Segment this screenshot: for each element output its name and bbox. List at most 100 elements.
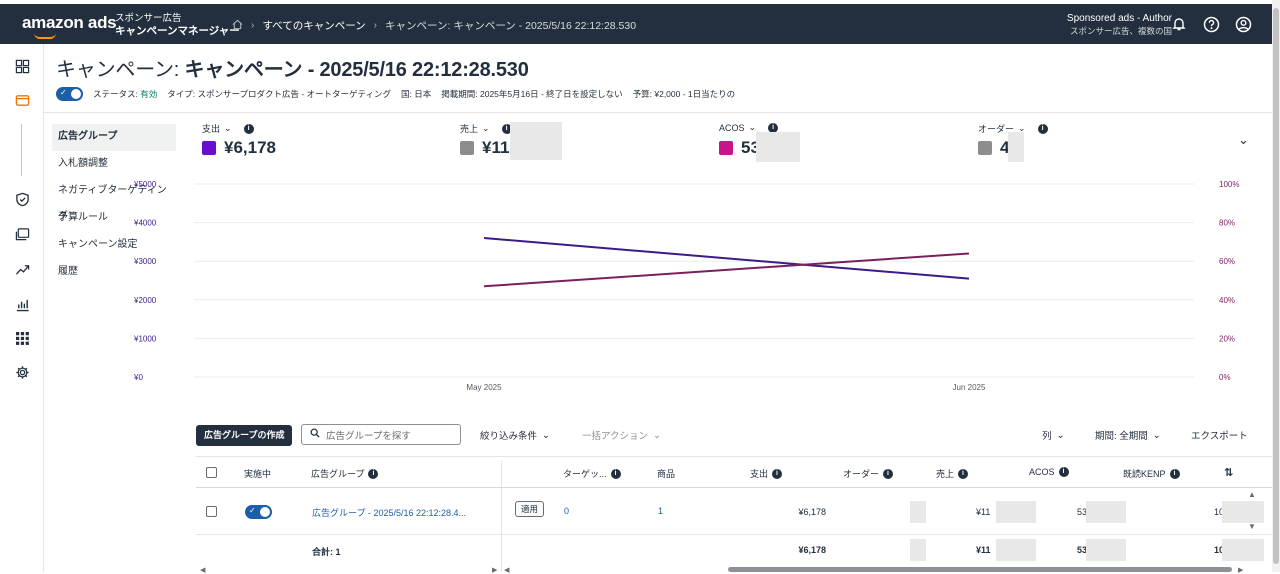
chevron-down-icon[interactable]: ⌄ <box>482 123 490 134</box>
col-spend[interactable]: 支出 i <box>750 467 783 480</box>
spend-value: ¥6,178 <box>798 507 826 517</box>
y-left-tick-label: ¥3000 <box>133 257 157 266</box>
campaign-icon[interactable] <box>12 90 32 110</box>
redacted-area <box>1086 501 1126 523</box>
y-right-tick-label: 60% <box>1219 257 1235 266</box>
col-kenp[interactable]: 既読KENP i <box>1123 467 1180 480</box>
breadcrumb-separator-icon: › <box>373 20 378 31</box>
metric-sales[interactable]: 売上 ⌄ i ¥11 <box>460 122 562 160</box>
dashboard-icon[interactable] <box>12 56 32 76</box>
col-active[interactable]: 実施中 <box>244 467 271 480</box>
total-spend: ¥6,178 <box>798 545 826 555</box>
table-total-row: 合計: 1 ¥6,178 ¥11 53 10 <box>196 535 1272 565</box>
chevron-down-icon: ⌄ <box>1152 429 1161 441</box>
info-icon[interactable]: i <box>768 122 779 133</box>
metric-acos[interactable]: ACOS ⌄ i 53 <box>719 122 800 162</box>
col-targets[interactable]: ターゲッ... i <box>563 467 621 480</box>
user-icon[interactable] <box>1234 15 1252 33</box>
x-tick-label: May 2025 <box>466 383 502 392</box>
header-divider <box>44 112 1272 113</box>
info-icon[interactable]: i <box>1058 467 1069 477</box>
shield-icon[interactable] <box>12 189 32 209</box>
create-ad-group-button[interactable]: 広告グループの作成 <box>196 425 293 446</box>
ad-group-link[interactable]: 広告グループ - 2025/5/16 22:12:28.4... <box>312 506 466 519</box>
scrollbar-thumb[interactable] <box>728 567 1232 572</box>
apps-grid-icon[interactable] <box>12 328 32 348</box>
bell-icon[interactable] <box>1170 15 1188 33</box>
info-icon[interactable]: i <box>610 468 621 479</box>
subnav-ad-groups[interactable]: 広告グループ <box>52 124 176 151</box>
col-sales[interactable]: 売上 i <box>936 467 969 480</box>
select-all-checkbox[interactable] <box>206 467 217 478</box>
period-dropdown[interactable]: 期間: 全期間 ⌄ <box>1095 428 1161 443</box>
sort-icon[interactable]: ⇅ <box>1224 466 1233 479</box>
scroll-left-icon[interactable]: ◀ <box>504 566 509 574</box>
info-icon[interactable]: i <box>368 468 379 479</box>
metric-spend[interactable]: 支出 ⌄ i ¥6,178 <box>202 122 276 157</box>
search-placeholder: 広告グループを探す <box>326 430 411 442</box>
info-icon[interactable]: i <box>772 468 783 479</box>
chevron-down-icon[interactable]: ⌄ <box>749 122 757 133</box>
horizontal-scrollbar[interactable]: ◀ ▶ ◀ ▶ <box>196 566 1272 574</box>
series-color-swatch[interactable] <box>719 141 733 155</box>
chevron-down-icon: ⌄ <box>1056 429 1065 441</box>
page-scrollbar-thumb[interactable] <box>1273 8 1279 564</box>
apply-badge[interactable]: 適用 <box>515 501 545 517</box>
targets-link[interactable]: 0 <box>564 506 569 516</box>
help-icon[interactable] <box>1202 15 1220 33</box>
products-link[interactable]: 1 <box>658 506 663 516</box>
col-acos[interactable]: ACOS i <box>1029 467 1069 477</box>
columns-dropdown[interactable]: 列 ⌄ <box>1042 428 1065 443</box>
filter-dropdown[interactable]: 絞り込み条件 ⌄ <box>480 428 550 443</box>
info-icon[interactable]: i <box>958 468 969 479</box>
scroll-up-icon[interactable]: ▲ <box>1248 490 1256 499</box>
info-icon[interactable]: i <box>243 123 254 134</box>
amazon-ads-logo[interactable]: amazon ads <box>22 13 117 39</box>
breadcrumb-all-campaigns[interactable]: すべてのキャンペーン <box>262 18 365 33</box>
redacted-area <box>1222 539 1264 561</box>
row-checkbox[interactable] <box>206 506 217 517</box>
series-color-swatch[interactable] <box>202 141 216 155</box>
trend-icon[interactable] <box>12 259 32 279</box>
col-ad-group[interactable]: 広告グループ i <box>311 467 379 480</box>
bulk-actions-dropdown[interactable]: 一括アクション ⌄ <box>582 428 661 443</box>
expand-metrics-chevron-icon[interactable]: ⌄ <box>1238 132 1249 148</box>
redacted-area <box>1008 132 1024 162</box>
page-title: キャンペーン: キャンペーン - 2025/5/16 22:12:28.530 <box>56 59 529 81</box>
series-color-swatch[interactable] <box>460 141 474 155</box>
table-toolbar: 広告グループの作成 広告グループを探す 絞り込み条件 ⌄ 一括アクション ⌄ 列 ⌄ … <box>44 424 1272 448</box>
metric-orders[interactable]: オーダー ⌄ i 4 <box>978 122 1048 162</box>
top-bar: amazon ads スポンサー広告 キャンペーンマネージャー › すべてのキャ… <box>0 4 1272 44</box>
redacted-area <box>996 501 1036 523</box>
table-row[interactable]: ✓ 広告グループ - 2025/5/16 22:12:28.4... 適用 0 … <box>196 489 1272 535</box>
rail-divider <box>21 124 22 176</box>
scroll-left-icon[interactable]: ◀ <box>200 566 205 574</box>
col-orders[interactable]: オーダー i <box>843 467 894 480</box>
y-right-tick-label: 20% <box>1219 334 1235 343</box>
media-library-icon[interactable] <box>12 224 32 244</box>
info-icon[interactable]: i <box>1037 123 1048 134</box>
row-active-toggle[interactable]: ✓ <box>245 505 272 519</box>
series-color-swatch[interactable] <box>978 141 992 155</box>
campaign-status-toggle[interactable]: ✓ <box>56 87 83 101</box>
col-products[interactable]: 商品 <box>657 467 675 480</box>
main-content: キャンペーン: キャンペーン - 2025/5/16 22:12:28.530 … <box>44 44 1272 574</box>
ad-group-search-input[interactable]: 広告グループを探す <box>301 424 461 445</box>
home-icon[interactable] <box>232 19 243 33</box>
redacted-area <box>756 132 800 162</box>
settings-gear-icon[interactable] <box>12 362 32 382</box>
status-text: ステータス: 有効 <box>93 89 158 99</box>
metric-label: 売上 <box>460 124 479 134</box>
y-right-tick-label: 40% <box>1219 296 1235 305</box>
account-switcher[interactable]: Sponsored ads - Author スポンサー広告、複数の国 <box>1067 13 1172 37</box>
scroll-right-icon[interactable]: ▶ <box>492 566 497 574</box>
export-button[interactable]: エクスポート <box>1191 428 1248 442</box>
info-icon[interactable]: i <box>883 468 894 479</box>
page-scrollbar[interactable] <box>1272 0 1280 572</box>
scroll-down-icon[interactable]: ▼ <box>1248 522 1256 531</box>
info-icon[interactable]: i <box>1169 468 1180 479</box>
bar-chart-icon[interactable] <box>12 294 32 314</box>
y-left-tick-label: ¥2000 <box>133 296 157 305</box>
scroll-right-icon[interactable]: ▶ <box>1238 566 1243 574</box>
chevron-down-icon[interactable]: ⌄ <box>224 123 232 134</box>
